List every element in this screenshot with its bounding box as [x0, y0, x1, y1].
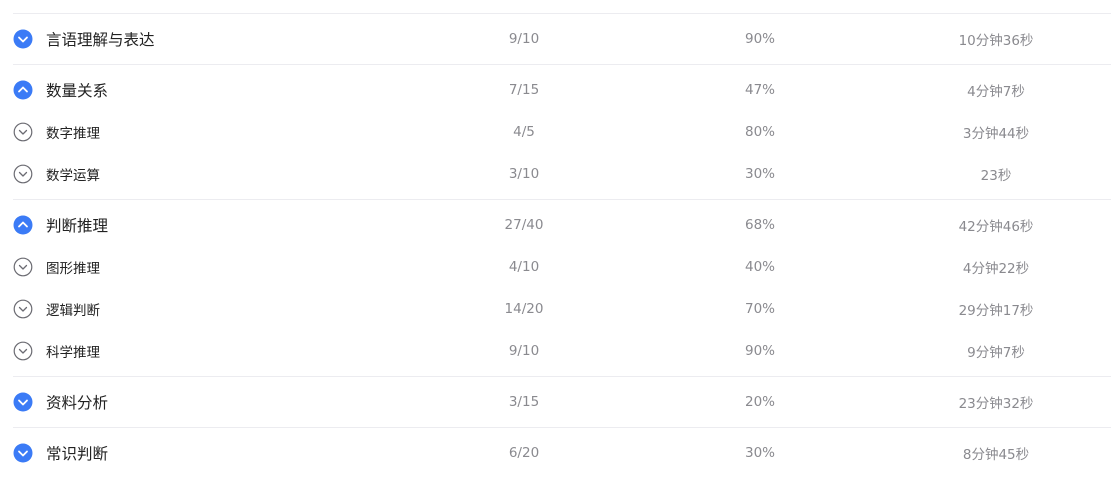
subcategory-name: 数学运算 [46, 168, 100, 184]
stats-table: 言语理解与表达 9/10 90% 10分钟36秒 数量关系 7/15 47% 4… [0, 0, 1111, 492]
time-value: 3分钟44秒 [962, 126, 1030, 142]
subcategory-row[interactable]: 数学运算 3/10 30% 23秒 [0, 153, 1111, 195]
time-value: 23秒 [980, 168, 1012, 184]
chevron-down-outline-icon[interactable] [13, 122, 33, 142]
chevron-up-icon[interactable] [13, 215, 33, 235]
chevron-down-outline-icon[interactable] [13, 299, 33, 319]
group-row[interactable]: 判断推理 27/40 68% 42分钟46秒 [0, 200, 1111, 250]
accuracy-value: 80% [744, 124, 776, 140]
time-value: 42分钟46秒 [958, 219, 1034, 235]
category-name: 言语理解与表达 [46, 31, 155, 49]
group-row[interactable]: 数量关系 7/15 47% 4分钟7秒 [0, 65, 1111, 115]
subcategory-row[interactable]: 图形推理 4/10 40% 4分钟22秒 [0, 246, 1111, 288]
score-value: 9/10 [508, 343, 540, 359]
time-value: 4分钟22秒 [962, 261, 1030, 277]
subcategory-name: 逻辑判断 [46, 303, 100, 319]
subcategory-name: 图形推理 [46, 261, 100, 277]
time-value: 9分钟7秒 [967, 345, 1025, 361]
group-row[interactable]: 常识判断 6/20 30% 8分钟45秒 [0, 428, 1111, 478]
group-row[interactable]: 言语理解与表达 9/10 90% 10分钟36秒 [0, 14, 1111, 64]
score-value: 7/15 [508, 82, 540, 98]
group-row[interactable]: 资料分析 3/15 20% 23分钟32秒 [0, 377, 1111, 427]
accuracy-value: 90% [744, 343, 776, 359]
subcategory-row[interactable]: 逻辑判断 14/20 70% 29分钟17秒 [0, 288, 1111, 330]
chevron-down-outline-icon[interactable] [13, 257, 33, 277]
score-value: 9/10 [508, 31, 540, 47]
score-value: 4/10 [508, 259, 540, 275]
time-value: 23分钟32秒 [958, 396, 1034, 412]
time-value: 4分钟7秒 [967, 84, 1025, 100]
time-value: 29分钟17秒 [958, 303, 1034, 319]
subcategory-name: 数字推理 [46, 126, 100, 142]
time-value: 10分钟36秒 [958, 33, 1034, 49]
accuracy-value: 90% [744, 31, 776, 47]
subcategory-row[interactable]: 科学推理 9/10 90% 9分钟7秒 [0, 330, 1111, 372]
score-value: 3/10 [508, 166, 540, 182]
category-name: 数量关系 [46, 82, 109, 100]
category-name: 判断推理 [46, 217, 109, 235]
score-value: 6/20 [508, 445, 540, 461]
accuracy-value: 47% [744, 82, 776, 98]
subcategory-row[interactable]: 数字推理 4/5 80% 3分钟44秒 [0, 111, 1111, 153]
chevron-down-icon[interactable] [13, 392, 33, 412]
score-value: 3/15 [508, 394, 540, 410]
accuracy-value: 40% [744, 259, 776, 275]
chevron-down-outline-icon[interactable] [13, 164, 33, 184]
time-value: 8分钟45秒 [962, 447, 1030, 463]
score-value: 27/40 [504, 217, 544, 233]
score-value: 4/5 [513, 124, 535, 140]
chevron-down-icon[interactable] [13, 29, 33, 49]
score-value: 14/20 [504, 301, 544, 317]
accuracy-value: 30% [744, 445, 776, 461]
subcategory-name: 科学推理 [46, 345, 100, 361]
chevron-up-icon[interactable] [13, 80, 33, 100]
chevron-down-outline-icon[interactable] [13, 341, 33, 361]
category-name: 常识判断 [46, 445, 109, 463]
accuracy-value: 70% [744, 301, 776, 317]
accuracy-value: 68% [744, 217, 776, 233]
accuracy-value: 20% [744, 394, 776, 410]
chevron-down-icon[interactable] [13, 443, 33, 463]
accuracy-value: 30% [744, 166, 776, 182]
category-name: 资料分析 [46, 394, 109, 412]
